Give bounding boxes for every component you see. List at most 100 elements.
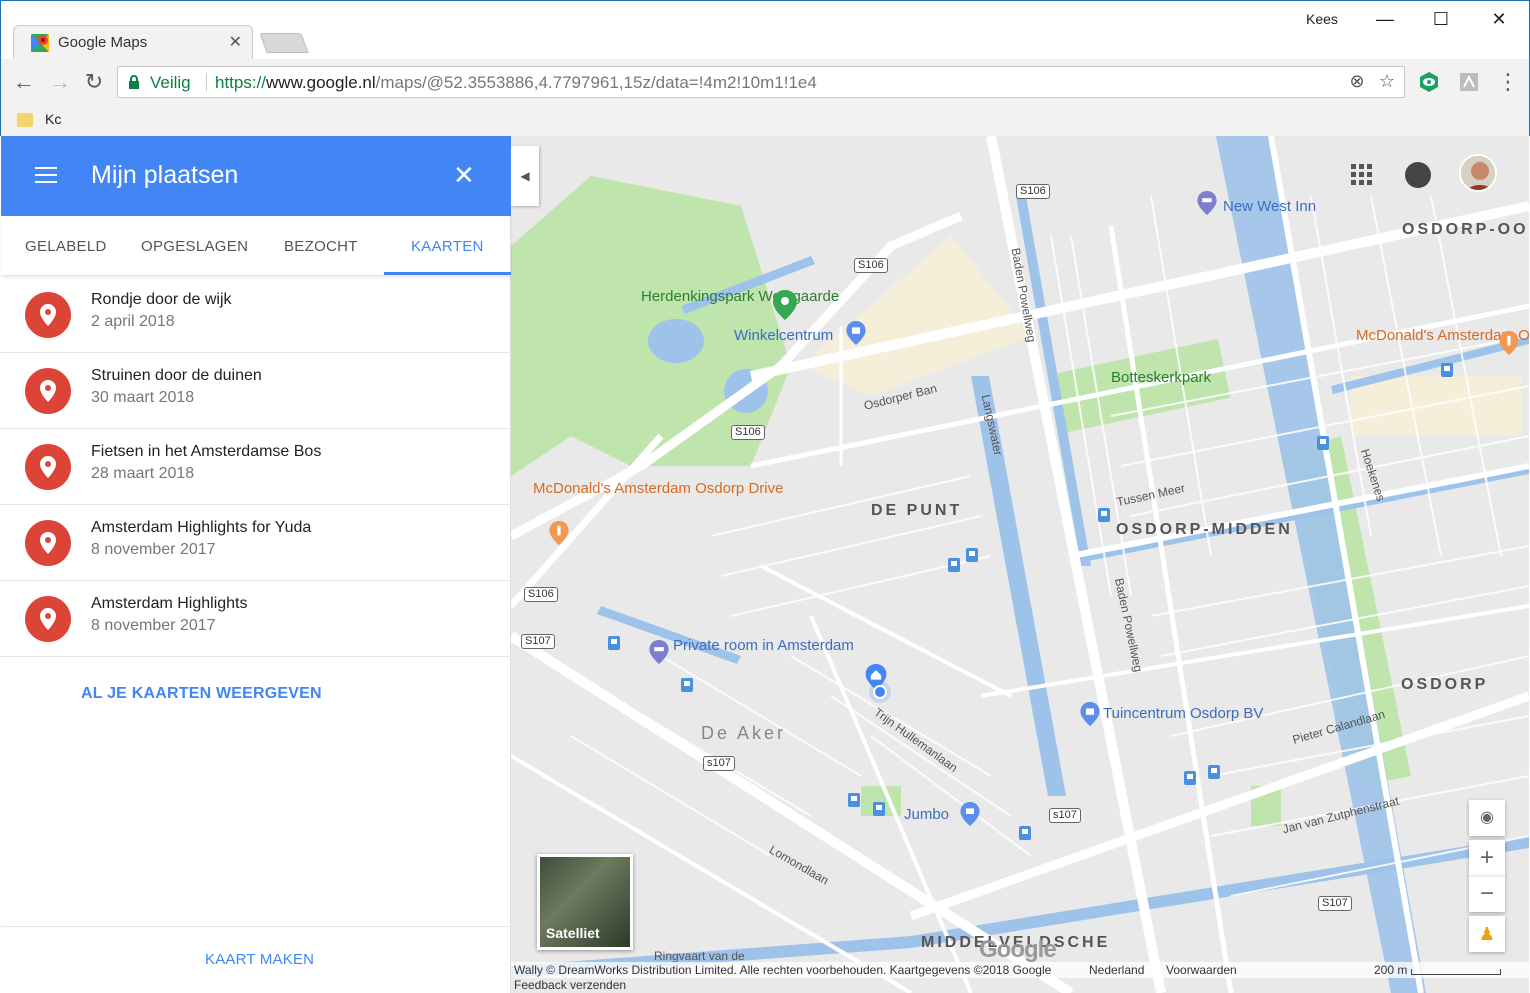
browser-toolbar: ← → ↻ Veilig https://www.google.nl/maps/… [1, 59, 1529, 105]
road-shield: S106 [854, 258, 888, 273]
maximize-icon[interactable]: ☐ [1421, 7, 1461, 31]
tab-gelabeld[interactable]: GELABELD [25, 238, 107, 255]
address-bar[interactable]: Veilig https://www.google.nl/maps/@52.35… [117, 66, 1405, 98]
browser-chrome: Google Maps ✕ Kees — ☐ ✕ ← → ↻ Veilig ht… [0, 0, 1530, 137]
separator [206, 73, 207, 91]
folder-icon [17, 113, 33, 127]
map-list-item[interactable]: Amsterdam Highlights 8 november 2017 [1, 581, 511, 657]
tuincentrum-label[interactable]: Tuincentrum Osdorp BV [1103, 705, 1263, 723]
bookmark-folder-label[interactable]: Kc [45, 111, 61, 127]
tram-stop-icon[interactable] [1019, 826, 1031, 840]
road-shield: S106 [731, 425, 765, 440]
feedback-link[interactable]: Feedback verzenden [514, 978, 626, 992]
park-label[interactable]: Herdenkingspark Westgaarde [641, 288, 839, 306]
url-text[interactable]: https://www.google.nl/maps/@52.3553886,4… [215, 73, 817, 93]
road-shield: s107 [1049, 808, 1081, 823]
google-apps-icon[interactable] [1351, 164, 1373, 186]
active-tab-indicator [384, 272, 511, 275]
satellite-toggle[interactable]: Satelliet [537, 854, 633, 950]
browser-menu-icon[interactable]: ⋮ [1495, 69, 1521, 95]
tram-stop-icon[interactable] [848, 793, 860, 807]
restaurant-marker-icon[interactable] [549, 521, 569, 545]
forward-arrow-icon[interactable]: → [47, 69, 73, 95]
minimize-icon[interactable]: — [1365, 7, 1405, 31]
tram-stop-icon[interactable] [948, 558, 960, 572]
divider [1, 926, 511, 927]
botteskerkpark-label[interactable]: Botteskerkpark [1111, 369, 1211, 387]
district-osdorp-midden: OSDORP-MIDDEN [1116, 521, 1293, 538]
country-label[interactable]: Nederland [1089, 963, 1144, 977]
restaurant-marker-icon[interactable] [1499, 331, 1519, 355]
map-list-item[interactable]: Rondje door de wijk 2 april 2018 [1, 277, 511, 353]
map-attribution-bar: Wally © DreamWorks Distribution Limited.… [511, 962, 1529, 993]
tram-stop-icon[interactable] [873, 802, 885, 816]
road-shield: S107 [521, 634, 555, 649]
map-list-item[interactable]: Struinen door de duinen 30 maart 2018 [1, 353, 511, 429]
map-list-item[interactable]: Fietsen in het Amsterdamse Bos 28 maart … [1, 429, 511, 505]
current-location-icon [869, 681, 891, 703]
map-date: 28 maart 2018 [91, 465, 195, 482]
jumbo-label[interactable]: Jumbo [904, 806, 949, 824]
bookmark-star-icon[interactable]: ☆ [1376, 71, 1398, 93]
map-pin-icon [25, 368, 71, 414]
district-de-aker: De Aker [701, 723, 787, 743]
hotel-label[interactable]: New West Inn [1223, 198, 1316, 216]
tab-close-icon[interactable]: ✕ [229, 32, 242, 52]
terms-link[interactable]: Voorwaarden [1166, 963, 1237, 977]
panel-title: Mijn plaatsen [91, 161, 239, 189]
scale-bar [1411, 969, 1501, 975]
district-de-punt: DE PUNT [871, 502, 963, 519]
map-canvas[interactable]: ◀ Herdenkingspark Westgaarde Winkelcentr… [511, 136, 1529, 993]
road-shield: S106 [1016, 184, 1050, 199]
reload-icon[interactable]: ↻ [81, 69, 107, 95]
shopping-marker-icon[interactable] [1080, 702, 1100, 726]
zoom-in-button[interactable]: + [1469, 840, 1505, 876]
show-all-maps-link[interactable]: AL JE KAARTEN WEERGEVEN [81, 685, 322, 703]
notifications-bell-icon[interactable] [1405, 162, 1431, 188]
map-date: 2 april 2018 [91, 313, 175, 330]
lodging-marker-icon[interactable] [649, 640, 669, 664]
avatar[interactable] [1459, 154, 1497, 192]
close-icon[interactable]: ✕ [453, 160, 475, 191]
back-arrow-icon[interactable]: ← [11, 69, 37, 95]
green-park-marker-icon[interactable] [773, 290, 797, 320]
new-tab-button[interactable] [259, 33, 309, 53]
mcdonalds-drive-label[interactable]: McDonald's Amsterdam Osdorp Drive [533, 480, 783, 498]
hotel-marker-icon[interactable] [1197, 191, 1217, 215]
zoom-out-button[interactable]: − [1469, 876, 1505, 912]
close-window-icon[interactable]: ✕ [1479, 7, 1519, 31]
mall-label[interactable]: Winkelcentrum [734, 327, 833, 345]
extension-eye-icon[interactable] [1417, 70, 1441, 94]
tab-bezocht[interactable]: BEZOCHT [284, 238, 358, 255]
tab-opgeslagen[interactable]: OPGESLAGEN [141, 238, 248, 255]
browser-tab[interactable]: Google Maps ✕ [13, 25, 253, 59]
tab-kaarten[interactable]: KAARTEN [411, 238, 484, 255]
tram-stop-icon[interactable] [681, 678, 693, 692]
district-osdorp: OSDORP [1401, 676, 1489, 693]
map-title: Struinen door de duinen [91, 367, 262, 384]
road-shield: S107 [1318, 896, 1352, 911]
shopping-cart-marker-icon[interactable] [960, 802, 980, 826]
map-title: Fietsen in het Amsterdamse Bos [91, 443, 322, 460]
tram-stop-icon[interactable] [1317, 436, 1329, 450]
make-map-button[interactable]: KAART MAKEN [205, 951, 314, 968]
pdf-extension-icon[interactable] [1457, 70, 1481, 94]
google-maps-favicon-icon [31, 34, 49, 52]
shopping-marker-icon[interactable] [846, 321, 866, 345]
profile-name[interactable]: Kees [1306, 11, 1338, 27]
tram-stop-icon[interactable] [1208, 765, 1220, 779]
tram-stop-icon[interactable] [1441, 363, 1453, 377]
scale-label[interactable]: 200 m [1374, 963, 1407, 977]
location-blocked-icon[interactable]: ⊗ [1346, 71, 1368, 93]
collapse-panel-button[interactable]: ◀ [511, 146, 539, 206]
pegman-icon[interactable]: ♟ [1469, 916, 1505, 952]
tram-stop-icon[interactable] [608, 636, 620, 650]
tram-stop-icon[interactable] [966, 548, 978, 562]
tram-stop-icon[interactable] [1098, 508, 1110, 522]
map-list-item[interactable]: Amsterdam Highlights for Yuda 8 november… [1, 505, 511, 581]
tram-stop-icon[interactable] [1184, 771, 1196, 785]
private-room-label[interactable]: Private room in Amsterdam [673, 637, 854, 655]
bookmarks-bar: Kc [1, 105, 1529, 137]
menu-icon[interactable] [35, 167, 57, 183]
my-location-button[interactable]: ◉ [1469, 800, 1505, 836]
